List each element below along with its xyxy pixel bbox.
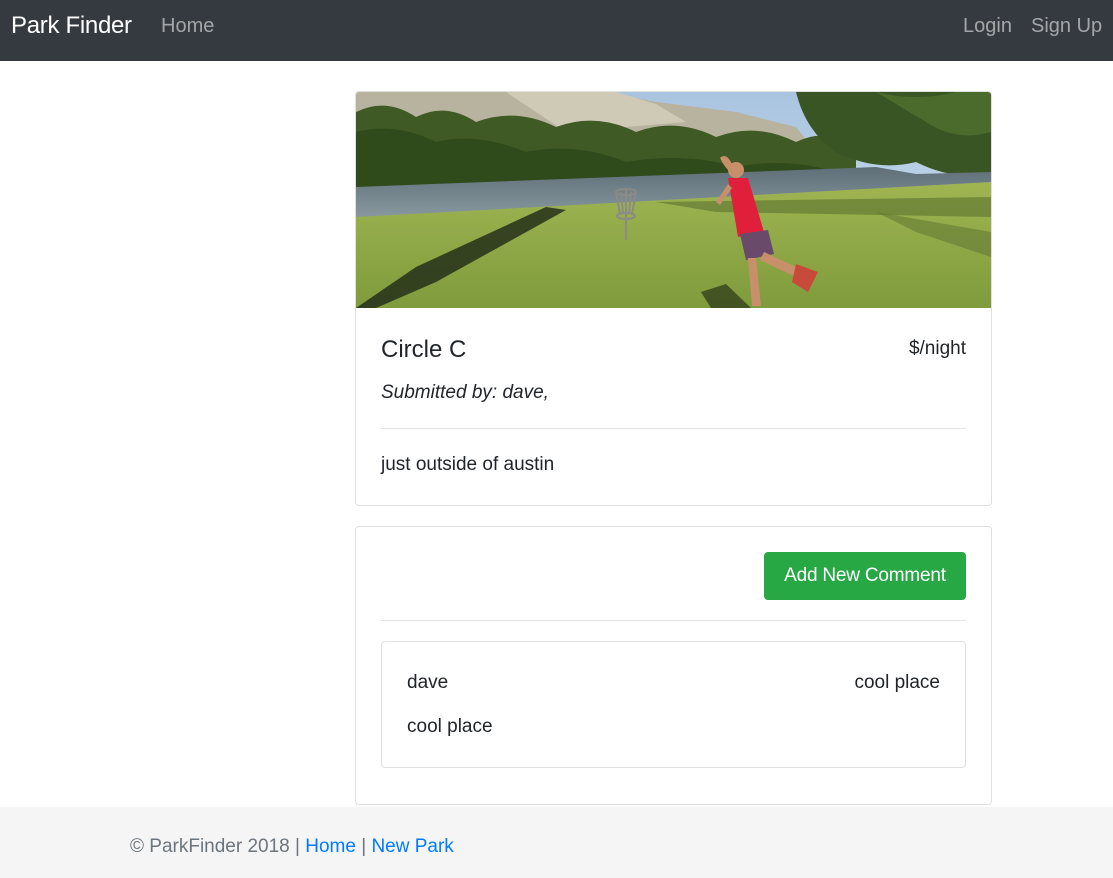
nav-login-link[interactable]: Login xyxy=(963,14,1012,38)
footer-copyright: © ParkFinder 2018 xyxy=(130,836,290,857)
nav-home-link[interactable]: Home xyxy=(161,14,214,38)
comments-divider xyxy=(381,620,966,621)
comment-time: cool place xyxy=(854,672,940,693)
park-card: Circle C $/night Submitted by: dave, jus… xyxy=(355,91,992,506)
footer: © ParkFinder 2018 | Home | New Park xyxy=(0,807,1113,878)
add-comment-button[interactable]: Add New Comment xyxy=(764,552,966,600)
park-image xyxy=(356,92,991,308)
footer-home-link[interactable]: Home xyxy=(305,836,356,857)
comment-item: dave cool place cool place xyxy=(381,641,966,768)
park-description: just outside of austin xyxy=(381,454,555,475)
park-submitted-by: Submitted by: dave, xyxy=(381,382,549,403)
comment-text: cool place xyxy=(407,716,493,737)
brand-link[interactable]: Park Finder xyxy=(11,11,132,41)
footer-separator: | xyxy=(355,836,372,857)
navbar: Park Finder Home Login Sign Up xyxy=(0,0,1113,61)
comments-card: Add New Comment dave cool place cool pla… xyxy=(355,526,992,805)
footer-new-park-link[interactable]: New Park xyxy=(371,836,453,857)
nav-signup-link[interactable]: Sign Up xyxy=(1031,14,1102,38)
comment-author: dave xyxy=(407,672,449,693)
park-price: $/night xyxy=(908,338,966,359)
park-title: Circle C xyxy=(381,336,467,363)
footer-separator: | xyxy=(289,836,306,857)
park-divider xyxy=(381,428,966,429)
footer-line: © ParkFinder 2018 | Home | New Park xyxy=(130,835,454,859)
